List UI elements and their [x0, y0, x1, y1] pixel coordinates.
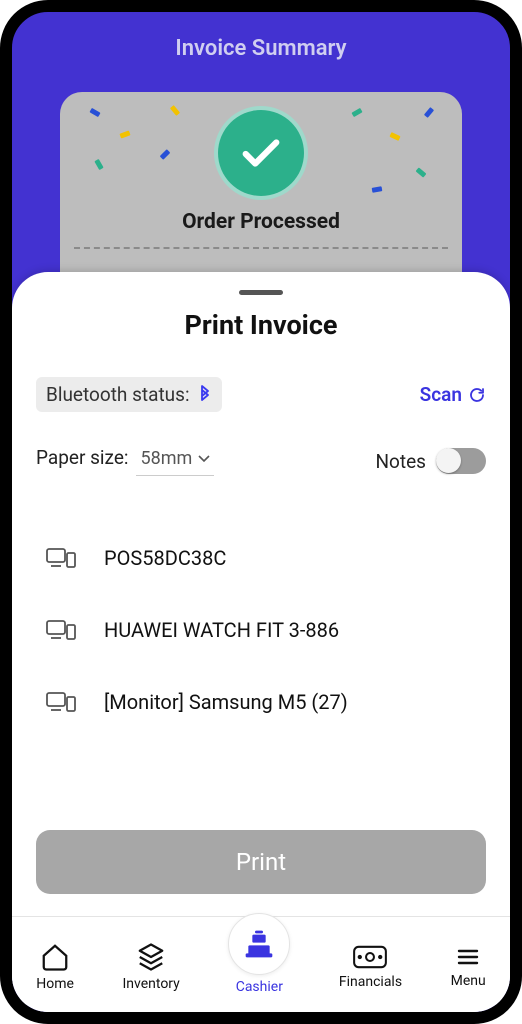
order-status-text: Order Processed	[60, 210, 462, 234]
money-icon	[353, 944, 387, 970]
printer-device-item[interactable]: POS58DC38C	[36, 522, 486, 594]
bluetooth-status-label: Bluetooth status:	[46, 383, 190, 406]
devices-icon	[46, 690, 76, 714]
paper-size-label: Paper size:	[36, 446, 129, 469]
nav-label: Cashier	[236, 979, 283, 995]
print-button[interactable]: Print	[36, 830, 486, 894]
printer-device-item[interactable]: [Monitor] Samsung M5 (27)	[36, 666, 486, 738]
nav-label: Inventory	[122, 976, 179, 992]
nav-menu[interactable]: Menu	[451, 945, 486, 989]
nav-label: Home	[36, 976, 74, 992]
menu-icon	[454, 945, 482, 969]
nav-label: Financials	[339, 974, 402, 990]
nav-inventory[interactable]: Inventory	[122, 942, 179, 992]
nav-financials[interactable]: Financials	[339, 944, 402, 990]
notes-toggle[interactable]	[436, 448, 486, 474]
home-icon	[40, 942, 70, 972]
devices-icon	[46, 618, 76, 642]
notes-label: Notes	[376, 450, 427, 473]
device-frame: Invoice Summary Order Processed Print In…	[0, 0, 522, 1024]
print-button-label: Print	[236, 848, 286, 876]
layers-icon	[136, 942, 166, 972]
page-title: Invoice Summary	[12, 12, 510, 61]
scan-button[interactable]: Scan	[420, 383, 486, 406]
device-name: HUAWEI WATCH FIT 3-886	[104, 618, 339, 642]
paper-size-value: 58mm	[140, 448, 192, 469]
cash-register-icon	[243, 928, 275, 960]
chevron-down-icon	[198, 455, 210, 463]
success-check-icon	[218, 110, 304, 196]
bluetooth-status-pill: Bluetooth status:	[36, 377, 222, 412]
printer-device-item[interactable]: HUAWEI WATCH FIT 3-886	[36, 594, 486, 666]
bluetooth-icon	[198, 385, 212, 405]
sheet-title: Print Invoice	[36, 309, 486, 341]
bottom-nav: Home Inventory Cashier Financials	[12, 916, 510, 1012]
print-bottom-sheet: Print Invoice Bluetooth status: Scan Pap…	[12, 272, 510, 1012]
nav-cashier[interactable]: Cashier	[228, 913, 290, 995]
printer-device-list: POS58DC38C HUAWEI WATCH FIT 3-886 [Monit…	[36, 522, 486, 824]
paper-size-select[interactable]: 58mm	[136, 446, 214, 476]
sheet-drag-handle[interactable]	[239, 290, 283, 295]
device-name: POS58DC38C	[104, 546, 226, 570]
devices-icon	[46, 546, 76, 570]
device-name: [Monitor] Samsung M5 (27)	[104, 690, 348, 714]
nav-home[interactable]: Home	[36, 942, 74, 992]
nav-label: Menu	[451, 973, 486, 989]
scan-label: Scan	[420, 383, 462, 406]
refresh-icon	[468, 386, 486, 404]
